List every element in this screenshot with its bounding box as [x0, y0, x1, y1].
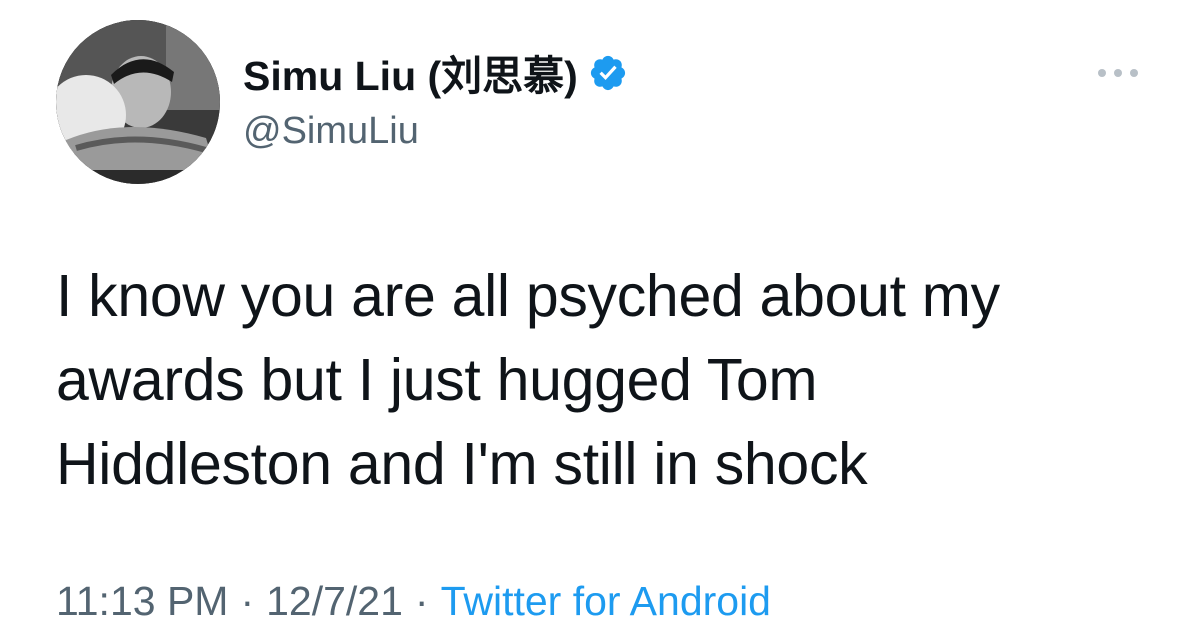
tweet-text-line: Hiddleston and I'm still in shock: [56, 431, 868, 497]
display-name[interactable]: Simu Liu (刘思慕): [243, 42, 578, 102]
tweet-card: Simu Liu (刘思慕) @SimuLiu I know you are a…: [0, 0, 1200, 643]
name-row: Simu Liu (刘思慕): [243, 46, 628, 99]
more-options-button[interactable]: [1093, 60, 1143, 86]
tweet-text-line: awards but I just hugged Tom: [56, 347, 818, 413]
tweet-date[interactable]: 12/7/21: [266, 578, 403, 625]
more-options-icon: [1098, 69, 1138, 77]
user-handle[interactable]: @SimuLiu: [243, 110, 628, 153]
avatar-photo: [56, 20, 220, 184]
tweet-source-link[interactable]: Twitter for Android: [441, 578, 771, 625]
verified-badge-icon[interactable]: [588, 53, 628, 93]
separator-dot: ·: [414, 578, 429, 624]
tweet-time[interactable]: 11:13 PM: [56, 578, 228, 625]
tweet-metadata: 11:13 PM · 12/7/21 · Twitter for Android: [56, 578, 771, 625]
avatar[interactable]: [56, 20, 220, 184]
tweet-text-line: I know you are all psyched about my: [56, 263, 1000, 329]
separator-dot: ·: [240, 578, 255, 624]
author-info: Simu Liu (刘思慕) @SimuLiu: [243, 46, 628, 153]
tweet-text: I know you are all psyched about my awar…: [56, 254, 1166, 506]
